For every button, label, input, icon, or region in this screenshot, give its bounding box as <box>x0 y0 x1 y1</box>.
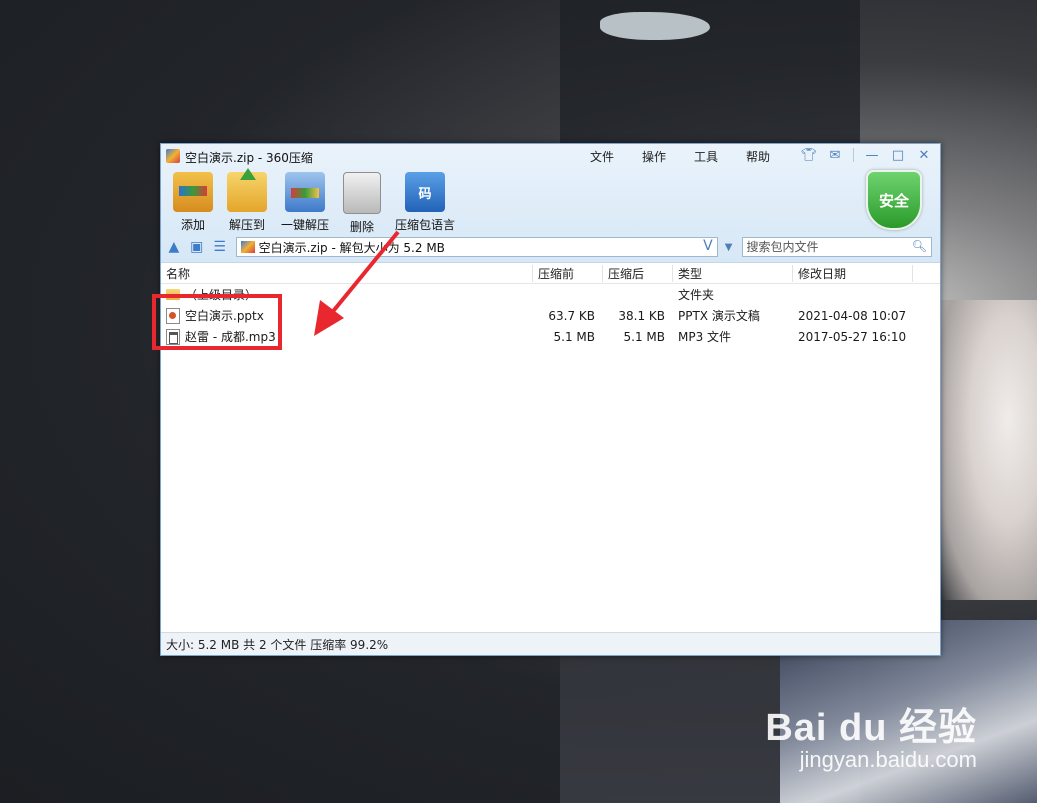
watermark-brand: Bai du 经验 <box>765 707 977 749</box>
pointer-arrow <box>314 230 400 336</box>
arrow-shaft <box>328 230 400 317</box>
baidu-watermark: Bai du 经验 jingyan.baidu.com <box>765 696 977 773</box>
